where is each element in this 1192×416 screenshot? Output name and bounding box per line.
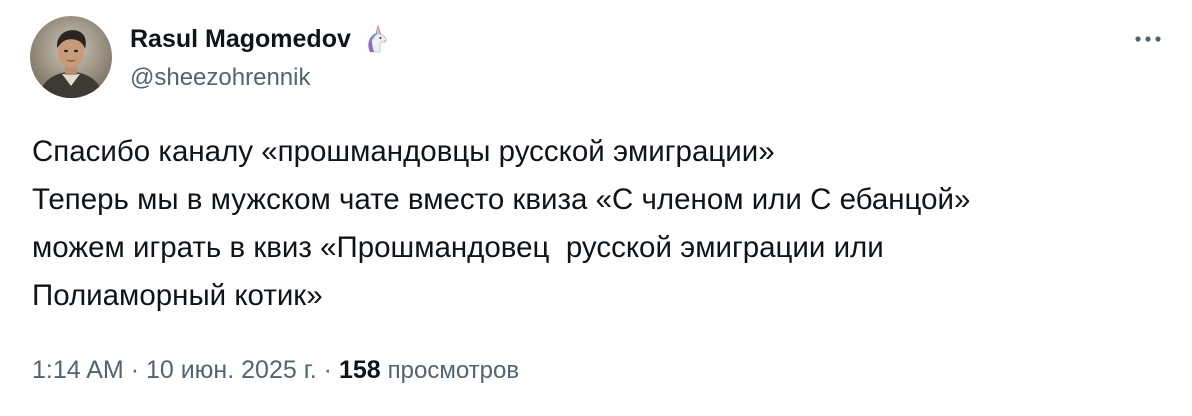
unicorn-icon <box>361 24 391 54</box>
meta-separator-2: · <box>323 356 332 384</box>
meta-separator: · <box>130 356 140 384</box>
tweet-text: Спасибо каналу «прошмандовцы русской эми… <box>32 135 971 312</box>
tweet-meta: 1:14 AM · 10 июн. 2025 г. · 158 просмотр… <box>32 356 519 385</box>
user-handle[interactable]: @sheezohrennik <box>130 64 391 92</box>
views-label: просмотров <box>387 357 520 384</box>
avatar-photo <box>30 16 112 98</box>
name-row: Rasul Magomedov <box>130 22 391 56</box>
tweet-card: Rasul Magomedov @sheezohrennik Спасибо к… <box>0 0 1192 416</box>
display-name[interactable]: Rasul Magomedov <box>130 25 351 54</box>
views-count[interactable]: 158 <box>339 356 381 384</box>
more-horizontal-icon <box>1135 36 1161 42</box>
tweet-time[interactable]: 1:14 AM <box>32 356 124 384</box>
avatar[interactable] <box>30 16 112 98</box>
more-button[interactable] <box>1130 24 1166 54</box>
tweet-date[interactable]: 10 июн. 2025 г. <box>146 356 317 384</box>
author-block: Rasul Magomedov @sheezohrennik <box>130 22 391 92</box>
